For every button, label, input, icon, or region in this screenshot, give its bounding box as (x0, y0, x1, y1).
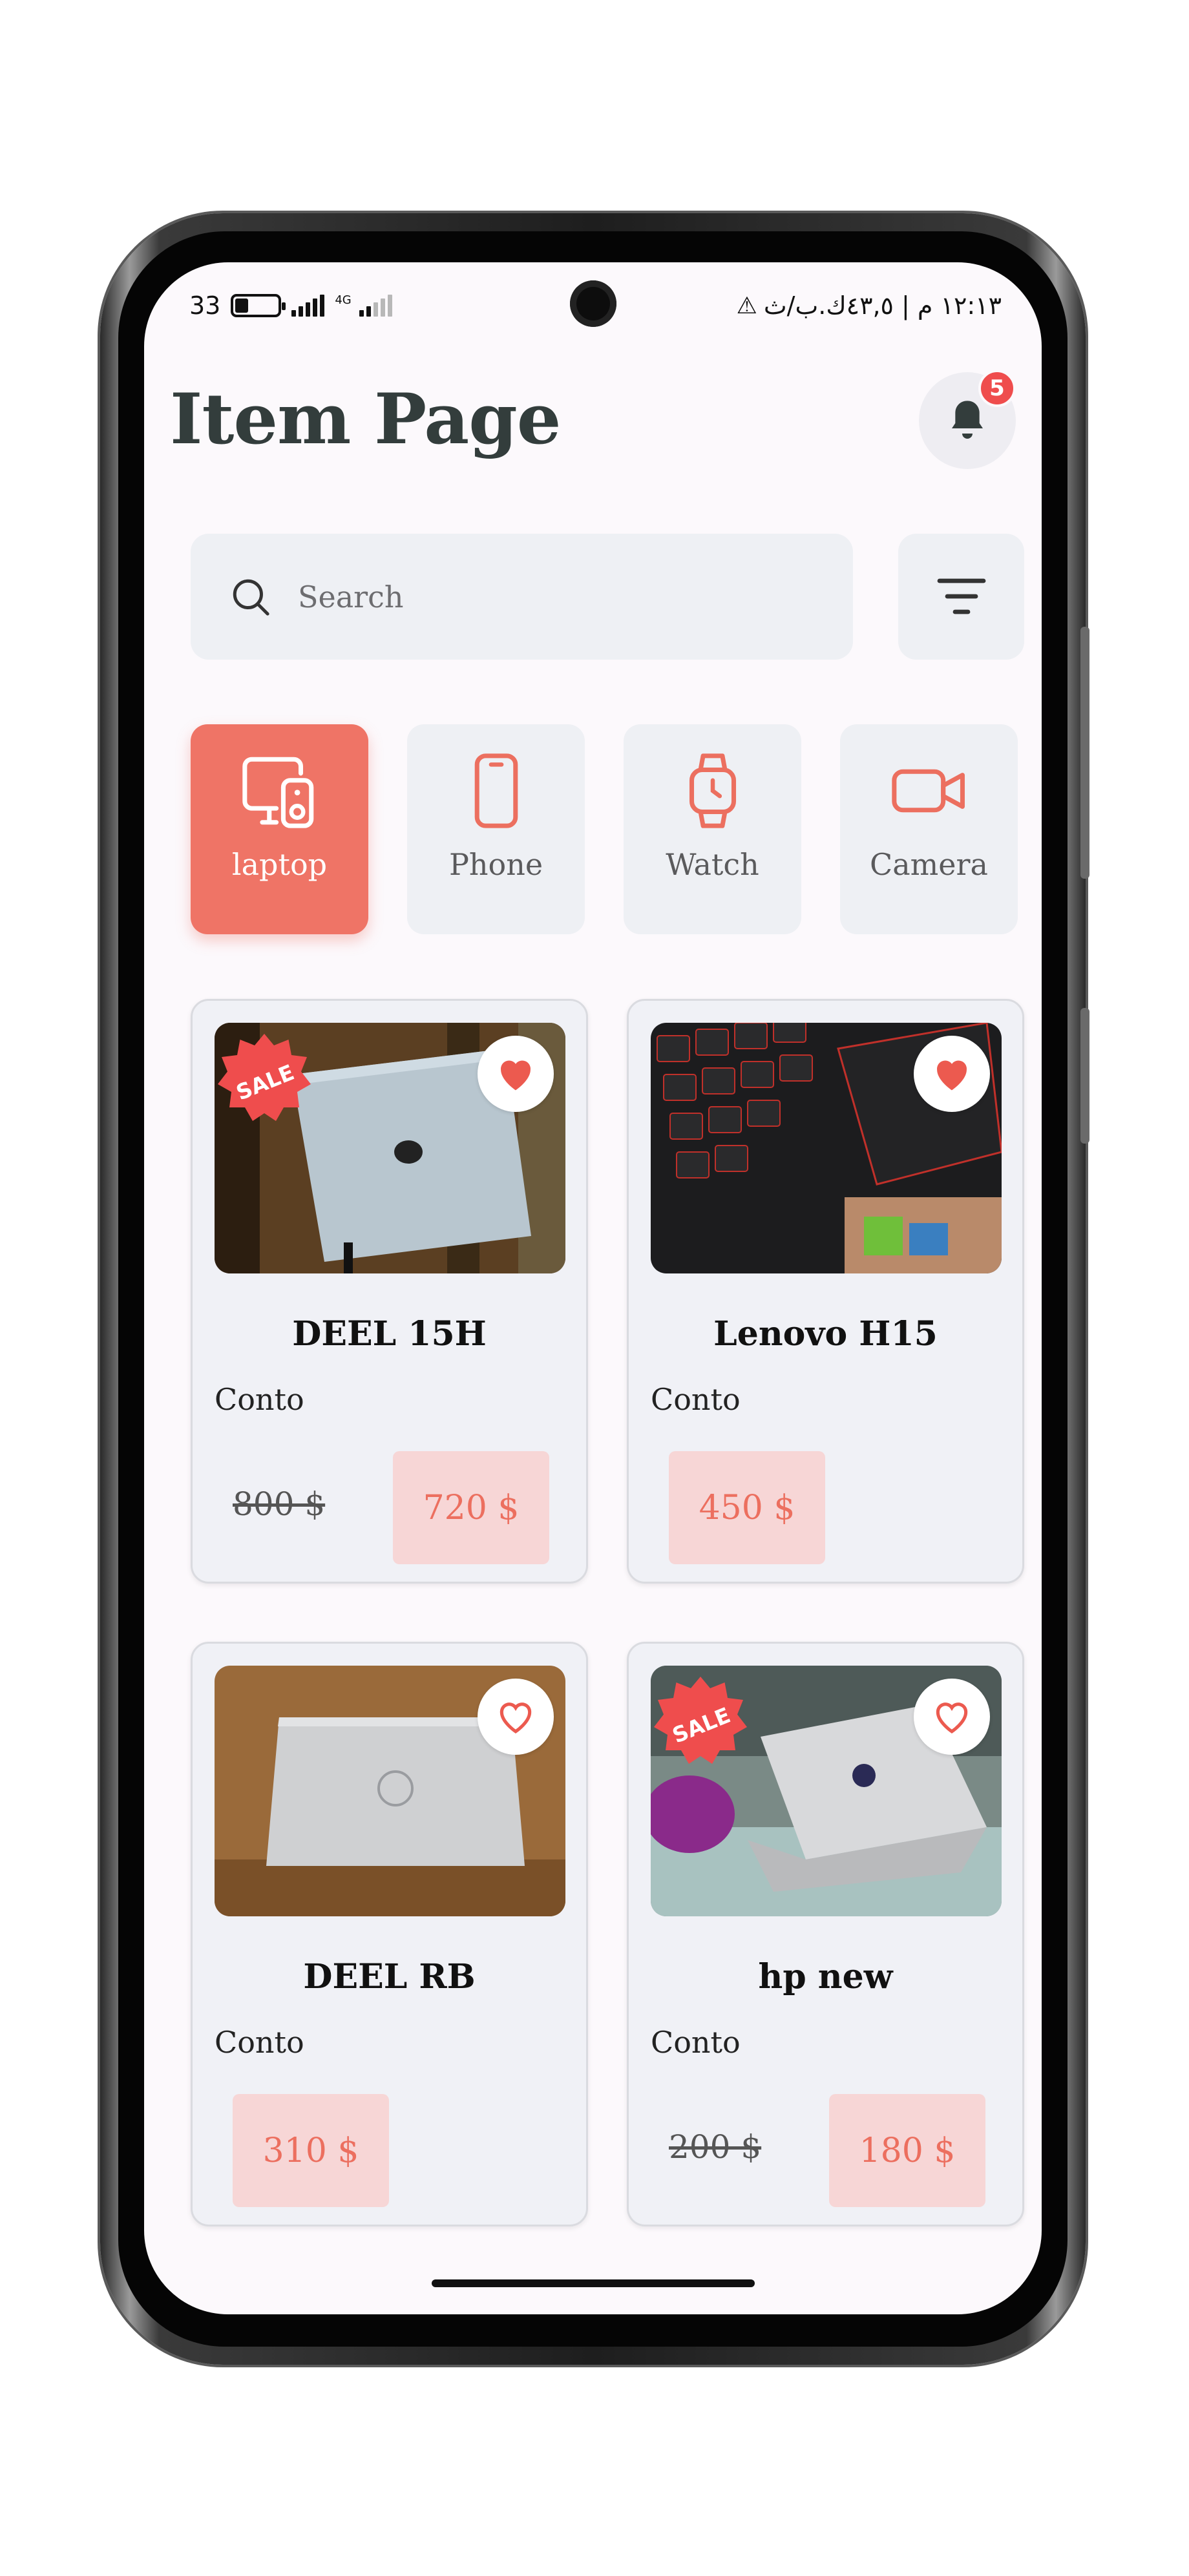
front-camera (569, 280, 616, 327)
product-image: SALE (215, 1023, 565, 1273)
network-type: 4G (335, 293, 352, 307)
phone-bezel: 33 4G ⚠ ١٢:١٣ م | ٤٣,٥ك.ب/ث Item Page 5 … (118, 231, 1068, 2347)
sale-badge: SALE (654, 1677, 747, 1764)
heart-outline-icon (500, 1702, 532, 1733)
price-button[interactable]: 180 $ (829, 2094, 985, 2207)
filter-icon (937, 578, 985, 614)
category-label: Camera (870, 847, 988, 882)
category-label: Watch (666, 847, 759, 882)
product-image (651, 1023, 1002, 1273)
product-name: hp new (758, 1957, 893, 1996)
old-price: 200 $ (669, 2128, 762, 2166)
heart-filled-icon (501, 1060, 531, 1091)
category-label: laptop (231, 847, 328, 882)
signal-icon (291, 295, 325, 317)
product-subtitle: Conto (215, 2025, 304, 2060)
product-subtitle: Conto (215, 1382, 304, 1417)
sale-badge: SALE (218, 1034, 311, 1121)
category-laptop[interactable]: laptop (191, 724, 368, 934)
product-name: Lenovo H15 (713, 1314, 938, 1354)
app-screen: 33 4G ⚠ ١٢:١٣ م | ٤٣,٥ك.ب/ث Item Page 5 … (144, 262, 1042, 2314)
power-button (1080, 1008, 1089, 1144)
product-name: DEEL 15H (292, 1314, 487, 1354)
product-image: SALE (651, 1666, 1002, 1916)
search-input[interactable] (297, 578, 801, 615)
notification-button[interactable]: 5 (919, 370, 1016, 469)
search-icon (233, 579, 269, 616)
favorite-button[interactable] (478, 1036, 554, 1112)
watch-icon (689, 753, 736, 828)
bell-icon (952, 401, 983, 439)
product-card-lenovo-h15[interactable]: Lenovo H15 Conto 450 $ (627, 999, 1024, 1584)
price-button[interactable]: 720 $ (393, 1451, 549, 1564)
product-subtitle: Conto (651, 1382, 741, 1417)
old-price: 800 $ (233, 1485, 326, 1523)
favorite-button[interactable] (914, 1679, 990, 1755)
phone-frame: 33 4G ⚠ ١٢:١٣ م | ٤٣,٥ك.ب/ث Item Page 5 … (100, 213, 1086, 2365)
category-phone[interactable]: Phone (407, 724, 585, 934)
warning-icon: ⚠ (736, 292, 757, 319)
filter-button[interactable] (898, 534, 1024, 660)
heart-outline-icon (936, 1702, 968, 1733)
page-title: Item Page (170, 379, 562, 460)
category-list: laptop Phone Watch Camera (191, 724, 1024, 934)
battery-icon (231, 294, 286, 317)
notification-badge: 5 (978, 370, 1016, 407)
home-indicator[interactable] (431, 2279, 755, 2287)
product-name: DEEL RB (303, 1957, 476, 1996)
product-card-deel-15h[interactable]: SALE DEEL 15H Conto 800 $ 720 $ (191, 999, 588, 1584)
devices-icon (242, 757, 313, 828)
video-camera-icon (891, 769, 965, 813)
price-button[interactable]: 310 $ (233, 2094, 389, 2207)
favorite-button[interactable] (914, 1036, 990, 1112)
volume-button (1080, 627, 1089, 879)
phone-icon (474, 753, 518, 828)
product-image (215, 1666, 565, 1916)
product-card-hp-new[interactable]: SALE hp new Conto 200 $ 180 $ (627, 1642, 1024, 2226)
category-camera[interactable]: Camera (840, 724, 1018, 934)
favorite-button[interactable] (478, 1679, 554, 1755)
product-card-deel-rb[interactable]: DEEL RB Conto 310 $ (191, 1642, 588, 2226)
status-clock-speed: ١٢:١٣ م | ٤٣,٥ك.ب/ث (763, 291, 1002, 320)
category-watch[interactable]: Watch (624, 724, 801, 934)
status-right: ⚠ ١٢:١٣ م | ٤٣,٥ك.ب/ث (737, 291, 1002, 320)
product-subtitle: Conto (651, 2025, 741, 2060)
price-button[interactable]: 450 $ (669, 1451, 825, 1564)
search-bar[interactable] (191, 534, 853, 660)
signal-icon-secondary (359, 295, 392, 317)
status-left: 33 4G (189, 291, 392, 320)
heart-filled-icon (937, 1060, 967, 1091)
category-label: Phone (448, 847, 543, 882)
battery-percent: 33 (189, 291, 221, 320)
